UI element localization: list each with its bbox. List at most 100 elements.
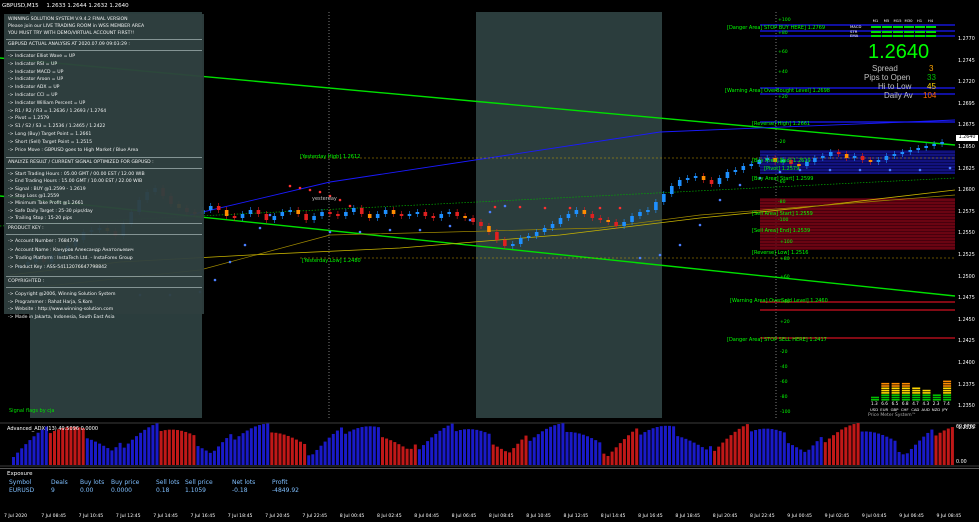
chart-window-title: GBPUSD,M15 1.2633 1.2644 1.2632 1.2640 <box>2 2 942 11</box>
indicator-line: -> Pivot = 1.2579 <box>8 116 50 122</box>
trailing-dot-red <box>543 206 547 210</box>
adx-bar <box>114 447 118 465</box>
adx-bar <box>745 424 749 465</box>
signal-line: -> Start Trading Hours : 05.00 GMT / 00.… <box>8 172 145 177</box>
adx-bar <box>413 444 417 465</box>
time-tick-label: 8 Jul 12:45 <box>563 514 589 519</box>
signal-flags-label: Signal flags by cja <box>9 408 55 414</box>
strength-bar-segment <box>901 387 910 390</box>
strength-value: 6.8 <box>901 401 909 406</box>
adx-bar <box>241 433 245 465</box>
trailing-dot-red <box>493 205 497 209</box>
time-axis[interactable]: 7 Jul 2020 7 Jul 08:45 7 Jul 10:45 7 Jul 12… <box>0 512 979 522</box>
adx-bar <box>557 424 561 465</box>
adx-bar <box>729 435 733 465</box>
panel-section-header: ANALYZE RESULT / CURRENT SIGNAL OPTIMIZE… <box>8 160 154 165</box>
level-label-warning-oversold: [Warning Area] OverSold Level] 1.2460 <box>730 298 828 304</box>
adx-bar <box>827 438 831 465</box>
strength-bar-segment <box>912 394 921 396</box>
adx-bar <box>832 435 835 465</box>
candle-body <box>415 212 420 214</box>
panel-line: Please join our LIVE TRADING ROOM in WSS… <box>8 24 145 29</box>
pip-scale-label: +100 <box>780 240 793 245</box>
pip-scale-label: -80 <box>780 395 788 400</box>
strength-bar-segment <box>901 392 910 394</box>
pip-scale-label: +60 <box>778 50 788 55</box>
time-tick-label: 8 Jul 04:45 <box>414 514 439 519</box>
adx-bar <box>508 452 512 465</box>
exposure-header: Buy lots <box>80 479 105 486</box>
exposure-cell: 1.1059 <box>185 487 206 494</box>
adx-bar <box>860 431 864 465</box>
adx-bar <box>299 441 302 465</box>
adx-bar <box>454 431 458 465</box>
strength-bar-segment <box>901 396 910 399</box>
candle-body <box>320 212 324 216</box>
adx-bar <box>180 430 184 465</box>
time-tick-label: 7 Jul 20:45 <box>265 514 290 519</box>
candle-body <box>638 212 642 216</box>
ohlc-label: 1.2633 1.2644 1.2632 1.2640 <box>46 3 129 9</box>
adx-min-label: 0.00 <box>956 460 967 465</box>
adx-bar <box>766 428 770 465</box>
adx-bar <box>803 451 807 465</box>
adx-bar <box>848 425 852 465</box>
price-tick-label: 1.2600 <box>958 188 975 194</box>
adx-bar <box>229 434 233 465</box>
time-tick-label: 7 Jul 10:45 <box>78 514 104 519</box>
adx-bar <box>262 424 266 465</box>
adx-bar <box>323 441 327 465</box>
trailing-dot-red <box>618 206 622 210</box>
strength-bar-segment <box>891 385 900 387</box>
candle-body <box>359 208 364 214</box>
adx-title: Advanced_ADX (13) 49.5096 0.0000 <box>7 426 99 432</box>
candle-body <box>495 232 499 240</box>
price-tick-label: 1.2525 <box>958 253 975 258</box>
candle-body <box>240 214 245 218</box>
maco-signal-cell <box>914 35 925 37</box>
adx-bar <box>147 427 151 465</box>
adx-bar <box>57 429 61 465</box>
price-tick-label: 1.2695 <box>958 101 975 107</box>
adx-bar <box>16 452 20 465</box>
product-line: -> Trading Platform : InstaTech Ltd. - I… <box>8 256 133 261</box>
copyright-line: -> Website : http://www.winning-solution… <box>8 307 114 313</box>
adx-bar <box>811 445 815 465</box>
adx-bar <box>65 427 69 465</box>
trailing-dot-red <box>338 198 342 202</box>
adx-bar <box>663 425 667 465</box>
adx-bar <box>581 434 585 465</box>
adx-bar <box>680 437 684 465</box>
adx-bar <box>762 428 766 465</box>
adx-bar <box>368 426 372 465</box>
adx-bar <box>397 444 401 465</box>
trailing-dot-blue <box>718 198 722 202</box>
adx-bar <box>393 442 397 465</box>
time-tick-label: 8 Jul 00:45 <box>339 514 365 519</box>
adx-bar <box>245 430 249 465</box>
maco-timeframe: M1 <box>872 18 879 23</box>
adx-bar <box>442 428 446 465</box>
adx-bar <box>340 427 343 465</box>
candle-body <box>487 226 491 232</box>
strength-value: 4.3 <box>922 401 930 406</box>
adx-bar <box>98 443 102 465</box>
adx-bar <box>688 440 692 465</box>
adx-bar <box>463 429 466 465</box>
adx-bar <box>200 448 204 465</box>
adx-bar <box>122 447 126 465</box>
pips-to-open-value: 33 <box>927 73 936 82</box>
adx-bar <box>885 436 889 465</box>
price-axis[interactable]: 1.2770 1.2745 1.2720 1.2695 1.2675 1.2650 1.26… <box>956 12 979 431</box>
maco-signal-cell <box>881 35 892 37</box>
adx-bar <box>524 435 528 465</box>
price-tick-label: 1.2770 <box>958 37 975 42</box>
candle-body <box>328 212 332 214</box>
candle-body <box>908 150 913 152</box>
strength-bar-segment <box>943 394 952 396</box>
adx-bar <box>696 444 700 465</box>
time-tick-label: 8 Jul 08:45 <box>488 514 514 519</box>
adx-bar <box>163 430 167 465</box>
strength-bar-segment <box>881 382 890 385</box>
candle-body <box>463 216 467 218</box>
